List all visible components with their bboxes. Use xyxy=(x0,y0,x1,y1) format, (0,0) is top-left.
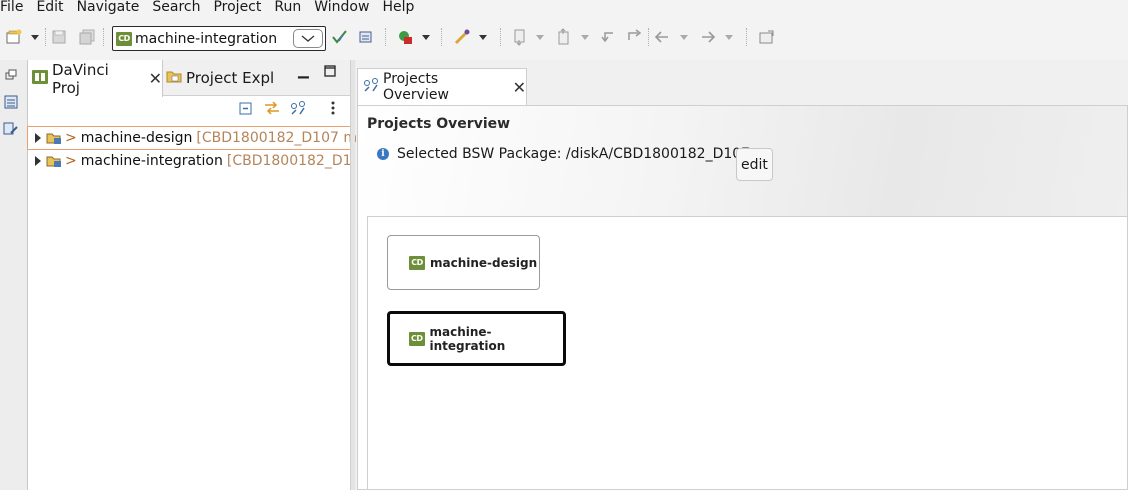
save-icon[interactable] xyxy=(49,26,69,48)
expand-arrow-icon[interactable] xyxy=(35,133,41,143)
bsw-package-label: Selected BSW Package: /diskA/CBD1800182_… xyxy=(397,146,751,162)
back-dropdown-caret[interactable] xyxy=(680,35,688,40)
minimize-icon[interactable]: ▁ xyxy=(298,63,309,79)
collapse-all-icon[interactable] xyxy=(238,100,254,122)
info-icon: i xyxy=(377,148,389,160)
project-icon xyxy=(46,130,62,146)
save-all-icon[interactable] xyxy=(77,26,97,48)
forward-dropdown-caret[interactable] xyxy=(725,35,733,40)
tab-davinci-projects[interactable]: DaVinci Proj ✕ xyxy=(28,60,163,97)
close-icon[interactable]: ✕ xyxy=(149,69,162,88)
toolbar-separator xyxy=(441,28,443,46)
left-tab-bar: DaVinci Proj ✕ Project Expl ▁ xyxy=(28,60,351,97)
view-menu-icon[interactable] xyxy=(330,100,336,122)
project-card-machine-design[interactable]: CD machine-design xyxy=(387,235,540,290)
back-icon[interactable] xyxy=(652,26,672,48)
cd-project-icon: CD xyxy=(409,255,425,270)
left-trim-stack xyxy=(0,60,22,490)
menu-navigate[interactable]: Navigate xyxy=(71,0,147,14)
next-annotation-caret[interactable] xyxy=(536,35,544,40)
menu-help[interactable]: Help xyxy=(376,0,421,14)
maximize-icon[interactable] xyxy=(324,65,336,81)
pin-editor-icon[interactable] xyxy=(757,26,777,48)
restore-icon[interactable] xyxy=(2,66,20,84)
new-dropdown-caret[interactable] xyxy=(31,35,39,40)
project-card-label: machine-integration xyxy=(429,324,506,353)
outline-view-icon[interactable] xyxy=(2,93,20,111)
debug-icon[interactable] xyxy=(395,26,415,48)
toolbar-separator xyxy=(385,28,387,46)
last-edit-icon[interactable] xyxy=(598,26,618,48)
project-card-label: machine-design xyxy=(430,255,538,270)
project-card-machine-integration[interactable]: CD machine-integration xyxy=(387,311,566,366)
validate-icon[interactable] xyxy=(330,26,350,48)
cd-project-icon: CD xyxy=(409,331,425,346)
launch-dropdown-caret[interactable] xyxy=(479,35,487,40)
tree-item-label: machine-integration xyxy=(80,153,223,169)
projects-canvas: CD machine-design CD machine-integration xyxy=(367,216,1127,489)
next-annotation-icon[interactable] xyxy=(510,26,530,48)
panel-splitter[interactable] xyxy=(350,60,355,490)
menu-search[interactable]: Search xyxy=(146,0,207,14)
chevron-down-icon[interactable] xyxy=(293,29,323,48)
main-toolbar: CD machine-integration xyxy=(0,16,1128,60)
dirty-decoration: > xyxy=(65,153,77,169)
tree-item-machine-design[interactable]: > machine-design [CBD1800182_D107 main xyxy=(27,126,378,150)
dirty-decoration: > xyxy=(65,130,77,146)
properties-view-icon[interactable] xyxy=(2,120,20,138)
editor-area: Projects Overview ✕ Projects Overview i … xyxy=(356,60,1128,490)
project-selector-value: machine-integration xyxy=(135,30,278,47)
expand-arrow-icon[interactable] xyxy=(35,156,41,166)
bsw-package-info: i Selected BSW Package: /diskA/CBD180018… xyxy=(377,146,750,162)
toolbar-separator xyxy=(45,28,47,46)
menu-edit[interactable]: Edit xyxy=(30,0,70,14)
davinci-project-view: DaVinci Proj ✕ Project Expl ▁ > machine-… xyxy=(27,60,378,490)
projects-overview-editor: Projects Overview i Selected BSW Package… xyxy=(357,105,1128,490)
prev-annotation-icon[interactable] xyxy=(554,26,574,48)
tree-item-machine-integration[interactable]: > machine-integration [CBD1800182_D107 xyxy=(28,150,350,172)
projects-overview-icon xyxy=(363,77,379,97)
menu-bar: File Edit Navigate Search Project Run Wi… xyxy=(0,0,1128,16)
launch-icon[interactable] xyxy=(452,26,472,48)
toolbar-separator xyxy=(500,28,502,46)
last-edit-forward-icon[interactable] xyxy=(625,26,645,48)
project-explorer-icon xyxy=(166,68,182,88)
toolbar-separator xyxy=(648,28,650,46)
menu-file[interactable]: File xyxy=(0,0,30,14)
edit-button[interactable]: edit xyxy=(736,148,773,181)
generate-icon[interactable] xyxy=(356,26,376,48)
link-with-editor-icon[interactable] xyxy=(263,100,281,122)
menu-run[interactable]: Run xyxy=(268,0,308,14)
debug-dropdown-caret[interactable] xyxy=(422,35,430,40)
tree-item-package: [CBD1800182_D107 xyxy=(226,153,350,169)
projects-overview-icon[interactable] xyxy=(290,100,308,122)
editor-header: Projects Overview i Selected BSW Package… xyxy=(358,106,1127,218)
tab-projects-overview-label: Projects Overview xyxy=(383,71,449,103)
project-icon xyxy=(46,153,62,169)
prev-annotation-caret[interactable] xyxy=(581,35,589,40)
tree-item-label: machine-design xyxy=(80,130,193,146)
close-icon[interactable]: ✕ xyxy=(513,78,526,97)
tab-davinci-projects-label: DaVinci Proj xyxy=(52,60,109,97)
new-icon[interactable] xyxy=(4,26,24,48)
tab-projects-overview[interactable]: Projects Overview ✕ xyxy=(357,68,527,105)
toolbar-separator xyxy=(103,28,105,46)
tab-project-explorer-label: Project Expl xyxy=(186,69,275,87)
tab-project-explorer[interactable]: Project Expl xyxy=(166,60,296,96)
page-title: Projects Overview xyxy=(367,116,511,132)
cd-project-icon: CD xyxy=(116,31,132,46)
menu-project[interactable]: Project xyxy=(207,0,268,14)
forward-icon[interactable] xyxy=(698,26,718,48)
menu-window[interactable]: Window xyxy=(308,0,376,14)
project-selector-combo[interactable]: CD machine-integration xyxy=(112,26,326,51)
toolbar-separator xyxy=(746,28,748,46)
davinci-project-icon xyxy=(32,69,48,88)
